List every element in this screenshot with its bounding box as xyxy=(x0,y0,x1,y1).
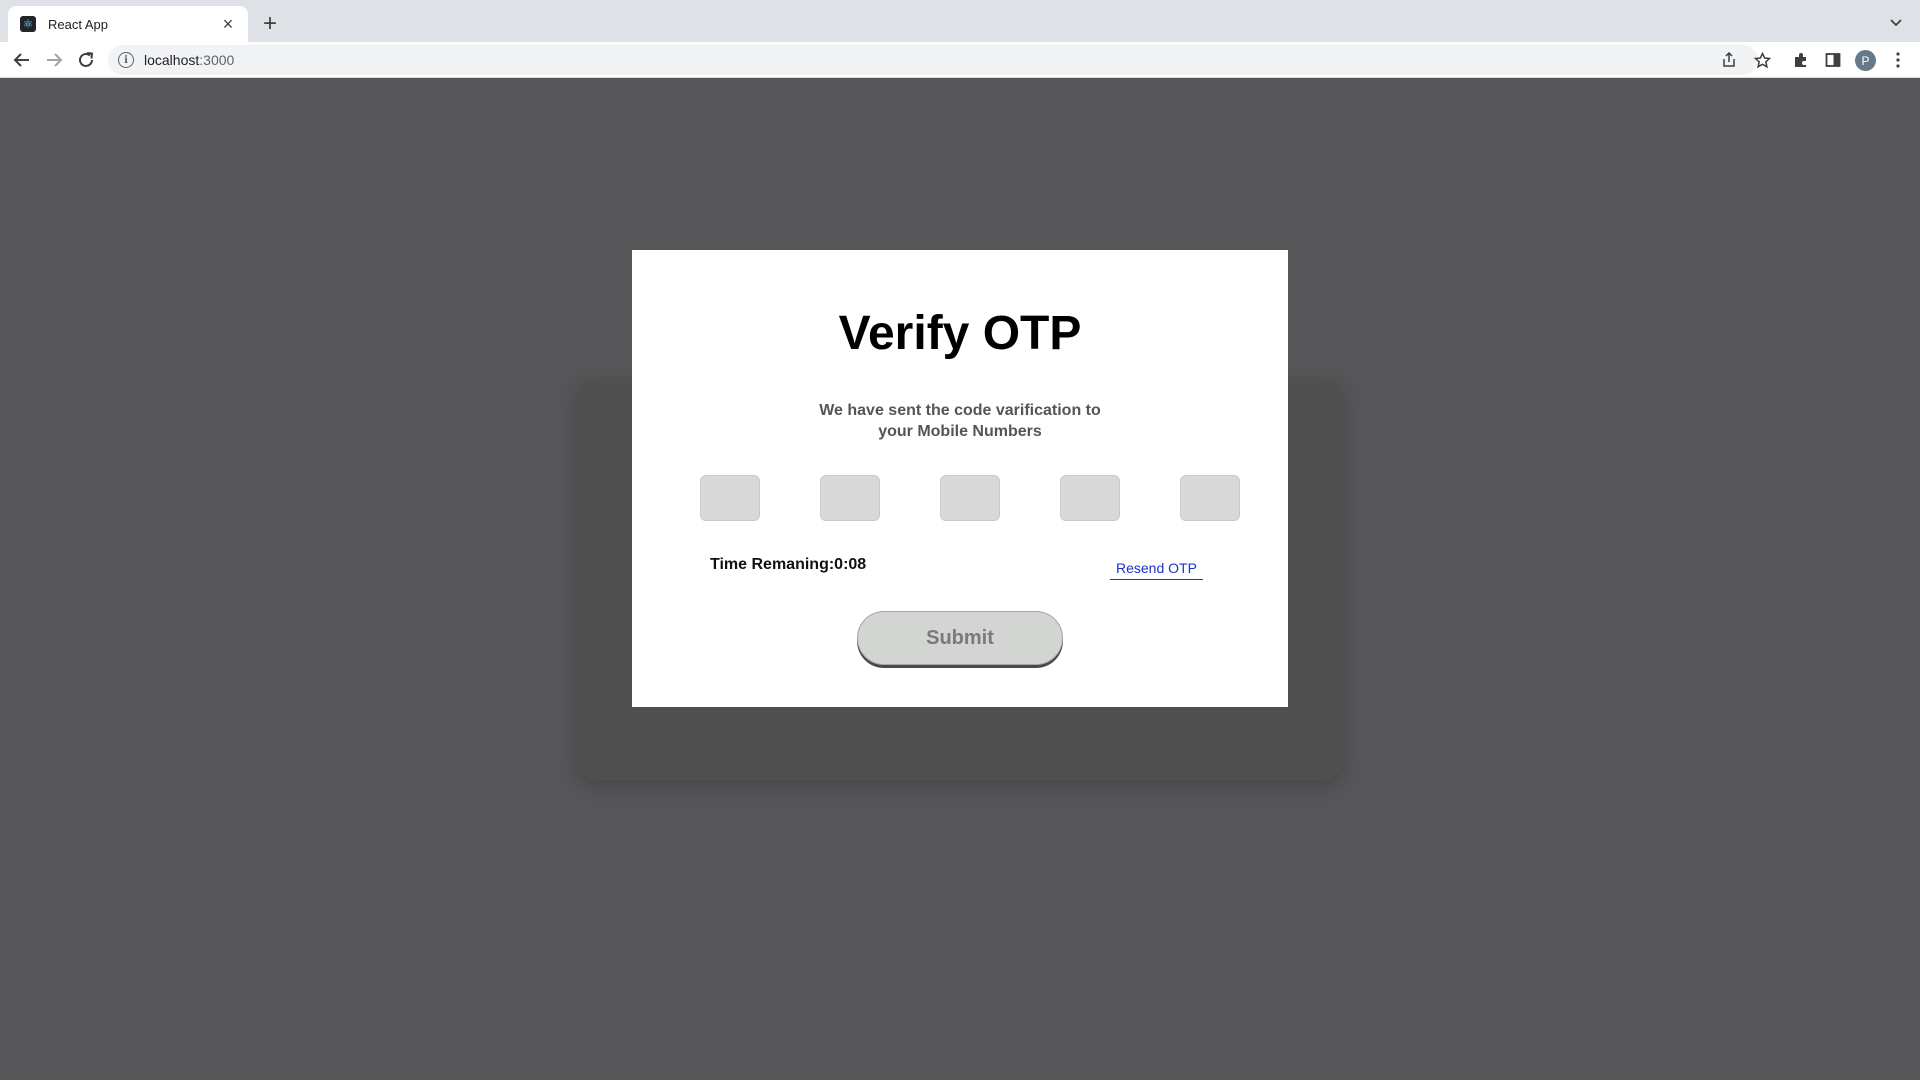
resend-otp-link[interactable]: Resend OTP xyxy=(1110,560,1203,580)
back-arrow-icon[interactable] xyxy=(8,46,36,74)
otp-digit-input-1[interactable] xyxy=(700,475,760,521)
info-icon[interactable]: i xyxy=(118,52,134,68)
timer-label: Time Remaning: xyxy=(710,556,835,573)
star-icon[interactable] xyxy=(1752,50,1772,70)
otp-digit-input-4[interactable] xyxy=(1060,475,1120,521)
modal-subtitle: We have sent the code varification to yo… xyxy=(810,400,1110,442)
tab-strip: ⚛ React App × + xyxy=(0,0,1920,42)
url-text: localhost:3000 xyxy=(144,52,235,68)
side-panel-icon[interactable] xyxy=(1823,50,1843,70)
verify-otp-modal: Verify OTP We have sent the code varific… xyxy=(632,250,1288,707)
browser-tab[interactable]: ⚛ React App × xyxy=(8,6,248,42)
submit-button[interactable]: Submit xyxy=(857,611,1063,665)
react-logo-icon: ⚛ xyxy=(20,16,36,32)
subtitle-line-1: We have sent the code varification to xyxy=(819,402,1101,419)
otp-digit-input-2[interactable] xyxy=(820,475,880,521)
tab-title: React App xyxy=(48,16,108,32)
extensions-icon[interactable] xyxy=(1791,50,1811,70)
reload-icon[interactable] xyxy=(72,46,100,74)
more-menu-icon[interactable] xyxy=(1888,50,1908,70)
forward-arrow-icon[interactable] xyxy=(40,46,68,74)
time-remaining: Time Remaning:0:08 xyxy=(710,556,866,574)
address-bar[interactable]: i localhost:3000 xyxy=(108,45,1758,75)
tab-search-chevron-icon[interactable] xyxy=(1886,12,1906,32)
browser-toolbar: i localhost:3000 P xyxy=(0,42,1920,78)
modal-title: Verify OTP xyxy=(838,307,1082,360)
close-tab-icon[interactable]: × xyxy=(218,14,238,34)
otp-digit-input-3[interactable] xyxy=(940,475,1000,521)
profile-avatar[interactable]: P xyxy=(1855,50,1876,71)
otp-digit-input-5[interactable] xyxy=(1180,475,1240,521)
share-icon[interactable] xyxy=(1719,50,1739,70)
timer-value: 0:08 xyxy=(834,556,867,573)
subtitle-line-2: your Mobile Numbers xyxy=(878,423,1042,440)
new-tab-button[interactable]: + xyxy=(258,10,282,37)
